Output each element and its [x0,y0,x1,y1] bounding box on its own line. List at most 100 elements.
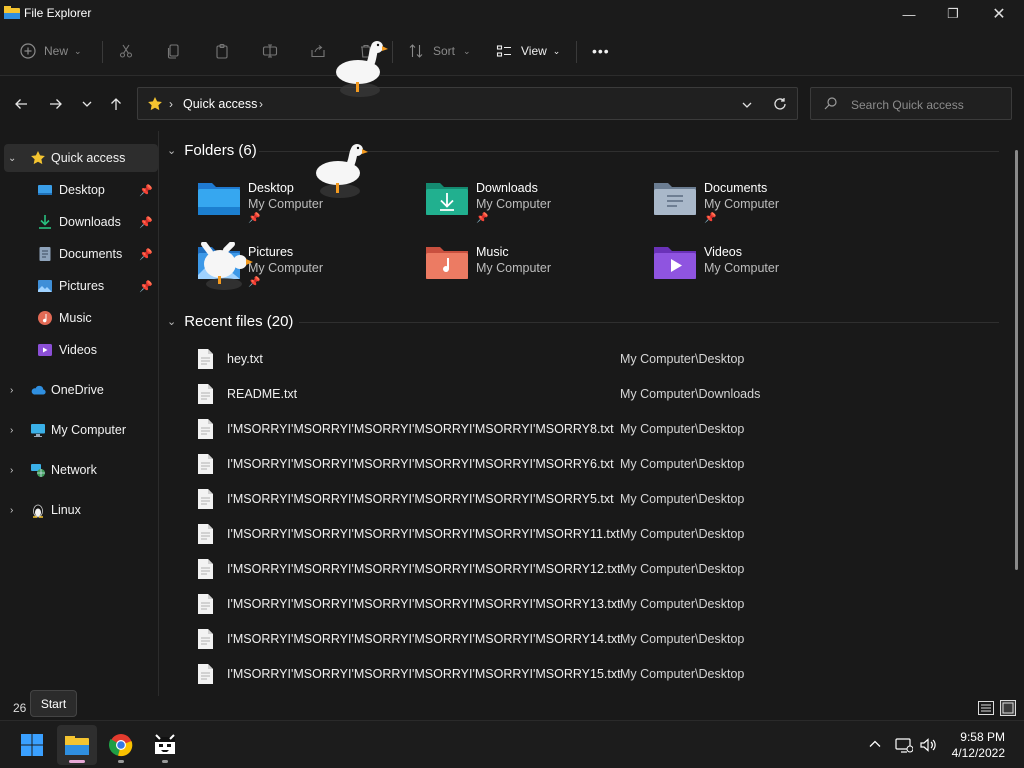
music-icon [38,311,52,325]
volume-icon[interactable] [920,737,938,753]
vertical-scrollbar[interactable] [1015,150,1018,570]
sort-label: Sort [433,44,456,58]
folder-name: Desktop [248,181,294,195]
large-icons-view-icon[interactable] [1000,700,1016,716]
file-explorer-icon [4,6,20,19]
sort-button[interactable]: Sort ⌄ [408,38,471,64]
chevron-down-icon: ⌄ [552,45,561,56]
sidebar-item-network[interactable]: › Network [4,456,158,484]
file-row[interactable]: README.txt My Computer\Downloads [189,377,1004,412]
folder-tile-documents[interactable]: Documents My Computer 📌 [653,179,873,235]
search-icon [824,97,837,110]
network-status-icon[interactable] [895,737,913,753]
search-input[interactable]: Search Quick access [810,87,1012,120]
rename-button[interactable] [262,38,278,64]
sidebar-item-label: Pictures [59,279,105,293]
search-placeholder: Search Quick access [851,98,964,112]
sidebar-item-music[interactable]: Music [4,304,158,332]
separator [102,41,103,63]
recent-locations-button[interactable] [76,95,98,113]
sidebar-item-pictures[interactable]: Pictures 📌 [4,272,158,300]
share-button[interactable] [310,38,326,64]
taskbar-chrome[interactable] [101,725,141,765]
chevron-down-icon[interactable]: ⌄ [8,153,16,164]
pin-icon: 📌 [704,213,717,224]
clock-time[interactable]: 9:58 PM [960,730,1005,744]
view-button[interactable]: View ⌄ [496,38,560,64]
file-row[interactable]: I'MSORRYI'MSORRYI'MSORRYI'MSORRYI'MSORRY… [189,517,1004,552]
file-location: My Computer\Desktop [620,562,745,576]
file-name: I'MSORRYI'MSORRYI'MSORRYI'MSORRYI'MSORRY… [227,632,621,646]
file-name: I'MSORRYI'MSORRYI'MSORRYI'MSORRYI'MSORRY… [227,667,621,681]
up-button[interactable] [105,95,127,113]
sidebar-item-desktop[interactable]: Desktop 📌 [4,176,158,204]
folder-tile-downloads[interactable]: Downloads My Computer 📌 [425,179,645,235]
sidebar-item-downloads[interactable]: Downloads 📌 [4,208,158,236]
folders-section-header[interactable]: ⌄ Folders (6) [167,142,257,159]
pictures-icon [38,280,52,292]
file-row[interactable]: I'MSORRYI'MSORRYI'MSORRYI'MSORRYI'MSORRY… [189,447,1004,482]
refresh-icon[interactable] [773,97,787,111]
forward-button[interactable] [45,95,67,113]
folder-tile-music[interactable]: Music My Computer [425,243,645,299]
text-file-icon [198,559,213,579]
goose-sprite [336,41,388,97]
breadcrumb-quick-access[interactable]: Quick access [183,97,257,111]
file-name: hey.txt [227,352,263,366]
start-icon [21,734,43,756]
details-view-icon[interactable] [978,700,994,716]
copy-button[interactable] [166,38,182,64]
address-bar[interactable]: › Quick access › [137,87,798,120]
folder-tile-videos[interactable]: Videos My Computer [653,243,873,299]
minimize-button[interactable]: — [886,0,932,28]
file-name: I'MSORRYI'MSORRYI'MSORRYI'MSORRYI'MSORRY… [227,562,621,576]
file-row[interactable]: I'MSORRYI'MSORRYI'MSORRYI'MSORRYI'MSORRY… [189,482,1004,517]
paste-button[interactable] [214,38,230,64]
folder-tile-desktop[interactable]: Desktop My Computer 📌 [197,179,417,235]
file-explorer-icon [65,736,89,755]
chevron-right-icon[interactable]: › [10,505,13,516]
close-button[interactable]: ✕ [976,0,1022,28]
chevron-right-icon[interactable]: › [10,425,13,436]
more-options-button[interactable]: ••• [592,38,610,64]
chevron-down-icon[interactable] [741,99,753,111]
file-row[interactable]: I'MSORRYI'MSORRYI'MSORRYI'MSORRYI'MSORRY… [189,622,1004,657]
sidebar-item-videos[interactable]: Videos [4,336,158,364]
network-icon [31,464,45,477]
cut-button[interactable] [118,38,134,64]
sidebar-item-quick-access[interactable]: ⌄ Quick access [4,144,158,172]
chevron-right-icon[interactable]: › [10,385,13,396]
folder-location: My Computer [704,261,780,275]
sidebar-item-my-computer[interactable]: › My Computer [4,416,158,444]
downloads-folder-icon [426,183,468,215]
breadcrumb-chevron-icon: › [169,97,173,111]
scissors-icon [119,44,133,58]
arrow-up-icon [111,98,121,110]
chevron-right-icon[interactable]: › [10,465,13,476]
maximize-button[interactable]: ❐ [930,0,976,28]
clock-date[interactable]: 4/12/2022 [952,746,1005,760]
start-button[interactable] [12,725,52,765]
videos-icon [38,344,52,356]
sidebar-item-onedrive[interactable]: › OneDrive [4,376,158,404]
file-row[interactable]: I'MSORRYI'MSORRYI'MSORRYI'MSORRYI'MSORRY… [189,412,1004,447]
sidebar-item-linux[interactable]: › Linux [4,496,158,524]
folder-name: Music [476,245,509,259]
text-file-icon [198,384,213,404]
new-button[interactable]: New ⌄ [20,38,82,64]
file-row[interactable]: I'MSORRYI'MSORRYI'MSORRYI'MSORRYI'MSORRY… [189,587,1004,622]
chevron-up-icon[interactable] [868,737,882,751]
taskbar-goose-app[interactable] [145,725,185,765]
file-row[interactable]: I'MSORRYI'MSORRYI'MSORRYI'MSORRYI'MSORRY… [189,657,1004,692]
breadcrumb-chevron-icon[interactable]: › [259,97,263,111]
sidebar-item-documents[interactable]: Documents 📌 [4,240,158,268]
arrow-right-icon [50,99,62,109]
recent-files-section-header[interactable]: ⌄ Recent files (20) [167,313,293,330]
pin-icon: 📌 [139,184,153,197]
back-button[interactable] [10,95,32,113]
text-file-icon [198,349,213,369]
taskbar-file-explorer[interactable] [57,725,97,765]
file-row[interactable]: I'MSORRYI'MSORRYI'MSORRYI'MSORRYI'MSORRY… [189,552,1004,587]
file-row[interactable]: hey.txt My Computer\Desktop [189,342,1004,377]
pin-icon: 📌 [476,213,489,224]
